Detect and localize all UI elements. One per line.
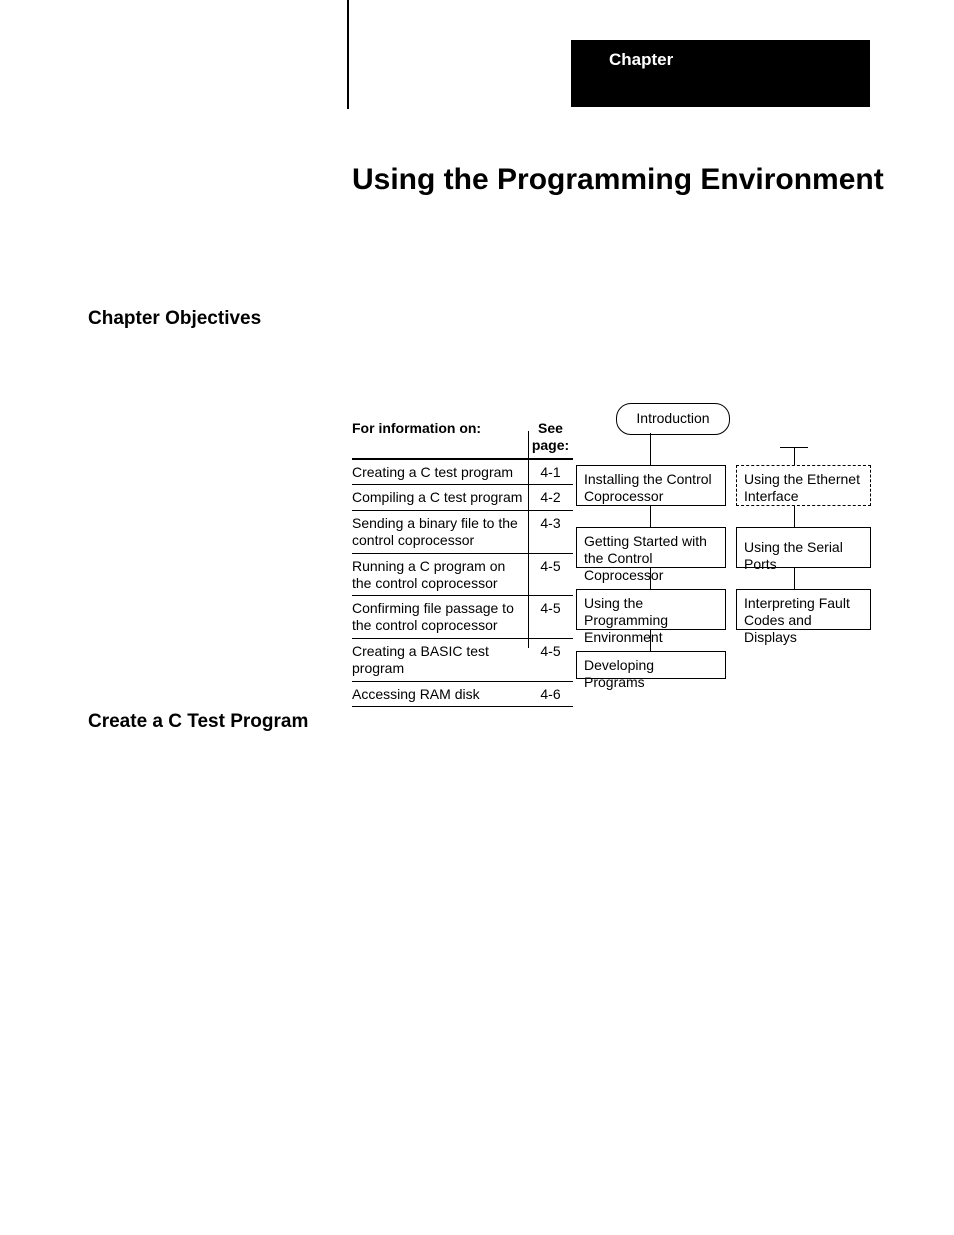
table-header-page: See page:	[528, 416, 573, 458]
diagram-node-serial: Using the Serial Ports	[736, 527, 871, 568]
diagram-node-getting: Getting Started with the Control Coproce…	[576, 527, 726, 568]
table-row: Accessing RAM disk 4-6	[352, 682, 573, 708]
table-cell-topic: Running a C program on the control copro…	[352, 554, 528, 596]
table-cell-topic: Accessing RAM disk	[352, 682, 528, 707]
chapter-flow-diagram: Introduction Installing the Control Copr…	[576, 403, 872, 688]
diagram-connector	[650, 433, 651, 465]
table-cell-page: 4-1	[528, 460, 573, 485]
diagram-node-install: Installing the Control Coprocessor	[576, 465, 726, 506]
table-row: Sending a binary file to the control cop…	[352, 511, 573, 554]
table-cell-topic: Confirming file passage to the control c…	[352, 596, 528, 638]
diagram-node-using: Using the Programming Environment	[576, 589, 726, 630]
table-row: Compiling a C test program 4-2	[352, 485, 573, 511]
section-heading-objectives: Chapter Objectives	[88, 308, 261, 330]
topics-table: For information on: See page: Creating a…	[352, 416, 573, 707]
diagram-connector	[794, 447, 795, 465]
table-cell-page: 4-6	[528, 682, 573, 707]
header-divider	[347, 0, 349, 109]
table-row: Running a C program on the control copro…	[352, 554, 573, 597]
page-title: Using the Programming Environment	[352, 163, 884, 197]
table-row: Creating a BASIC test program 4-5	[352, 639, 573, 682]
table-cell-topic: Compiling a C test program	[352, 485, 528, 510]
table-cell-page: 4-5	[528, 596, 573, 638]
diagram-node-intro: Introduction	[616, 403, 730, 435]
diagram-connector	[794, 568, 795, 589]
section-heading-create: Create a C Test Program	[88, 711, 308, 733]
table-row: Confirming file passage to the control c…	[352, 596, 573, 639]
table-header-topic: For information on:	[352, 416, 528, 458]
table-cell-page: 4-5	[528, 554, 573, 596]
diagram-node-fault: Interpreting Fault Codes and Displays	[736, 589, 871, 630]
chapter-label: Chapter	[609, 50, 673, 69]
table-cell-page: 4-5	[528, 639, 573, 681]
table-cell-topic: Sending a binary file to the control cop…	[352, 511, 528, 553]
diagram-connector	[650, 506, 651, 527]
table-cell-topic: Creating a C test program	[352, 460, 528, 485]
table-row: Creating a C test program 4-1	[352, 460, 573, 486]
table-cell-page: 4-3	[528, 511, 573, 553]
table-header-row: For information on: See page:	[352, 416, 573, 460]
table-cell-page: 4-2	[528, 485, 573, 510]
table-cell-topic: Creating a BASIC test program	[352, 639, 528, 681]
chapter-banner: Chapter	[571, 40, 870, 107]
diagram-node-ethernet: Using the Ethernet Interface	[736, 465, 871, 506]
diagram-node-develop: Developing Programs	[576, 651, 726, 679]
diagram-connector	[794, 506, 795, 527]
